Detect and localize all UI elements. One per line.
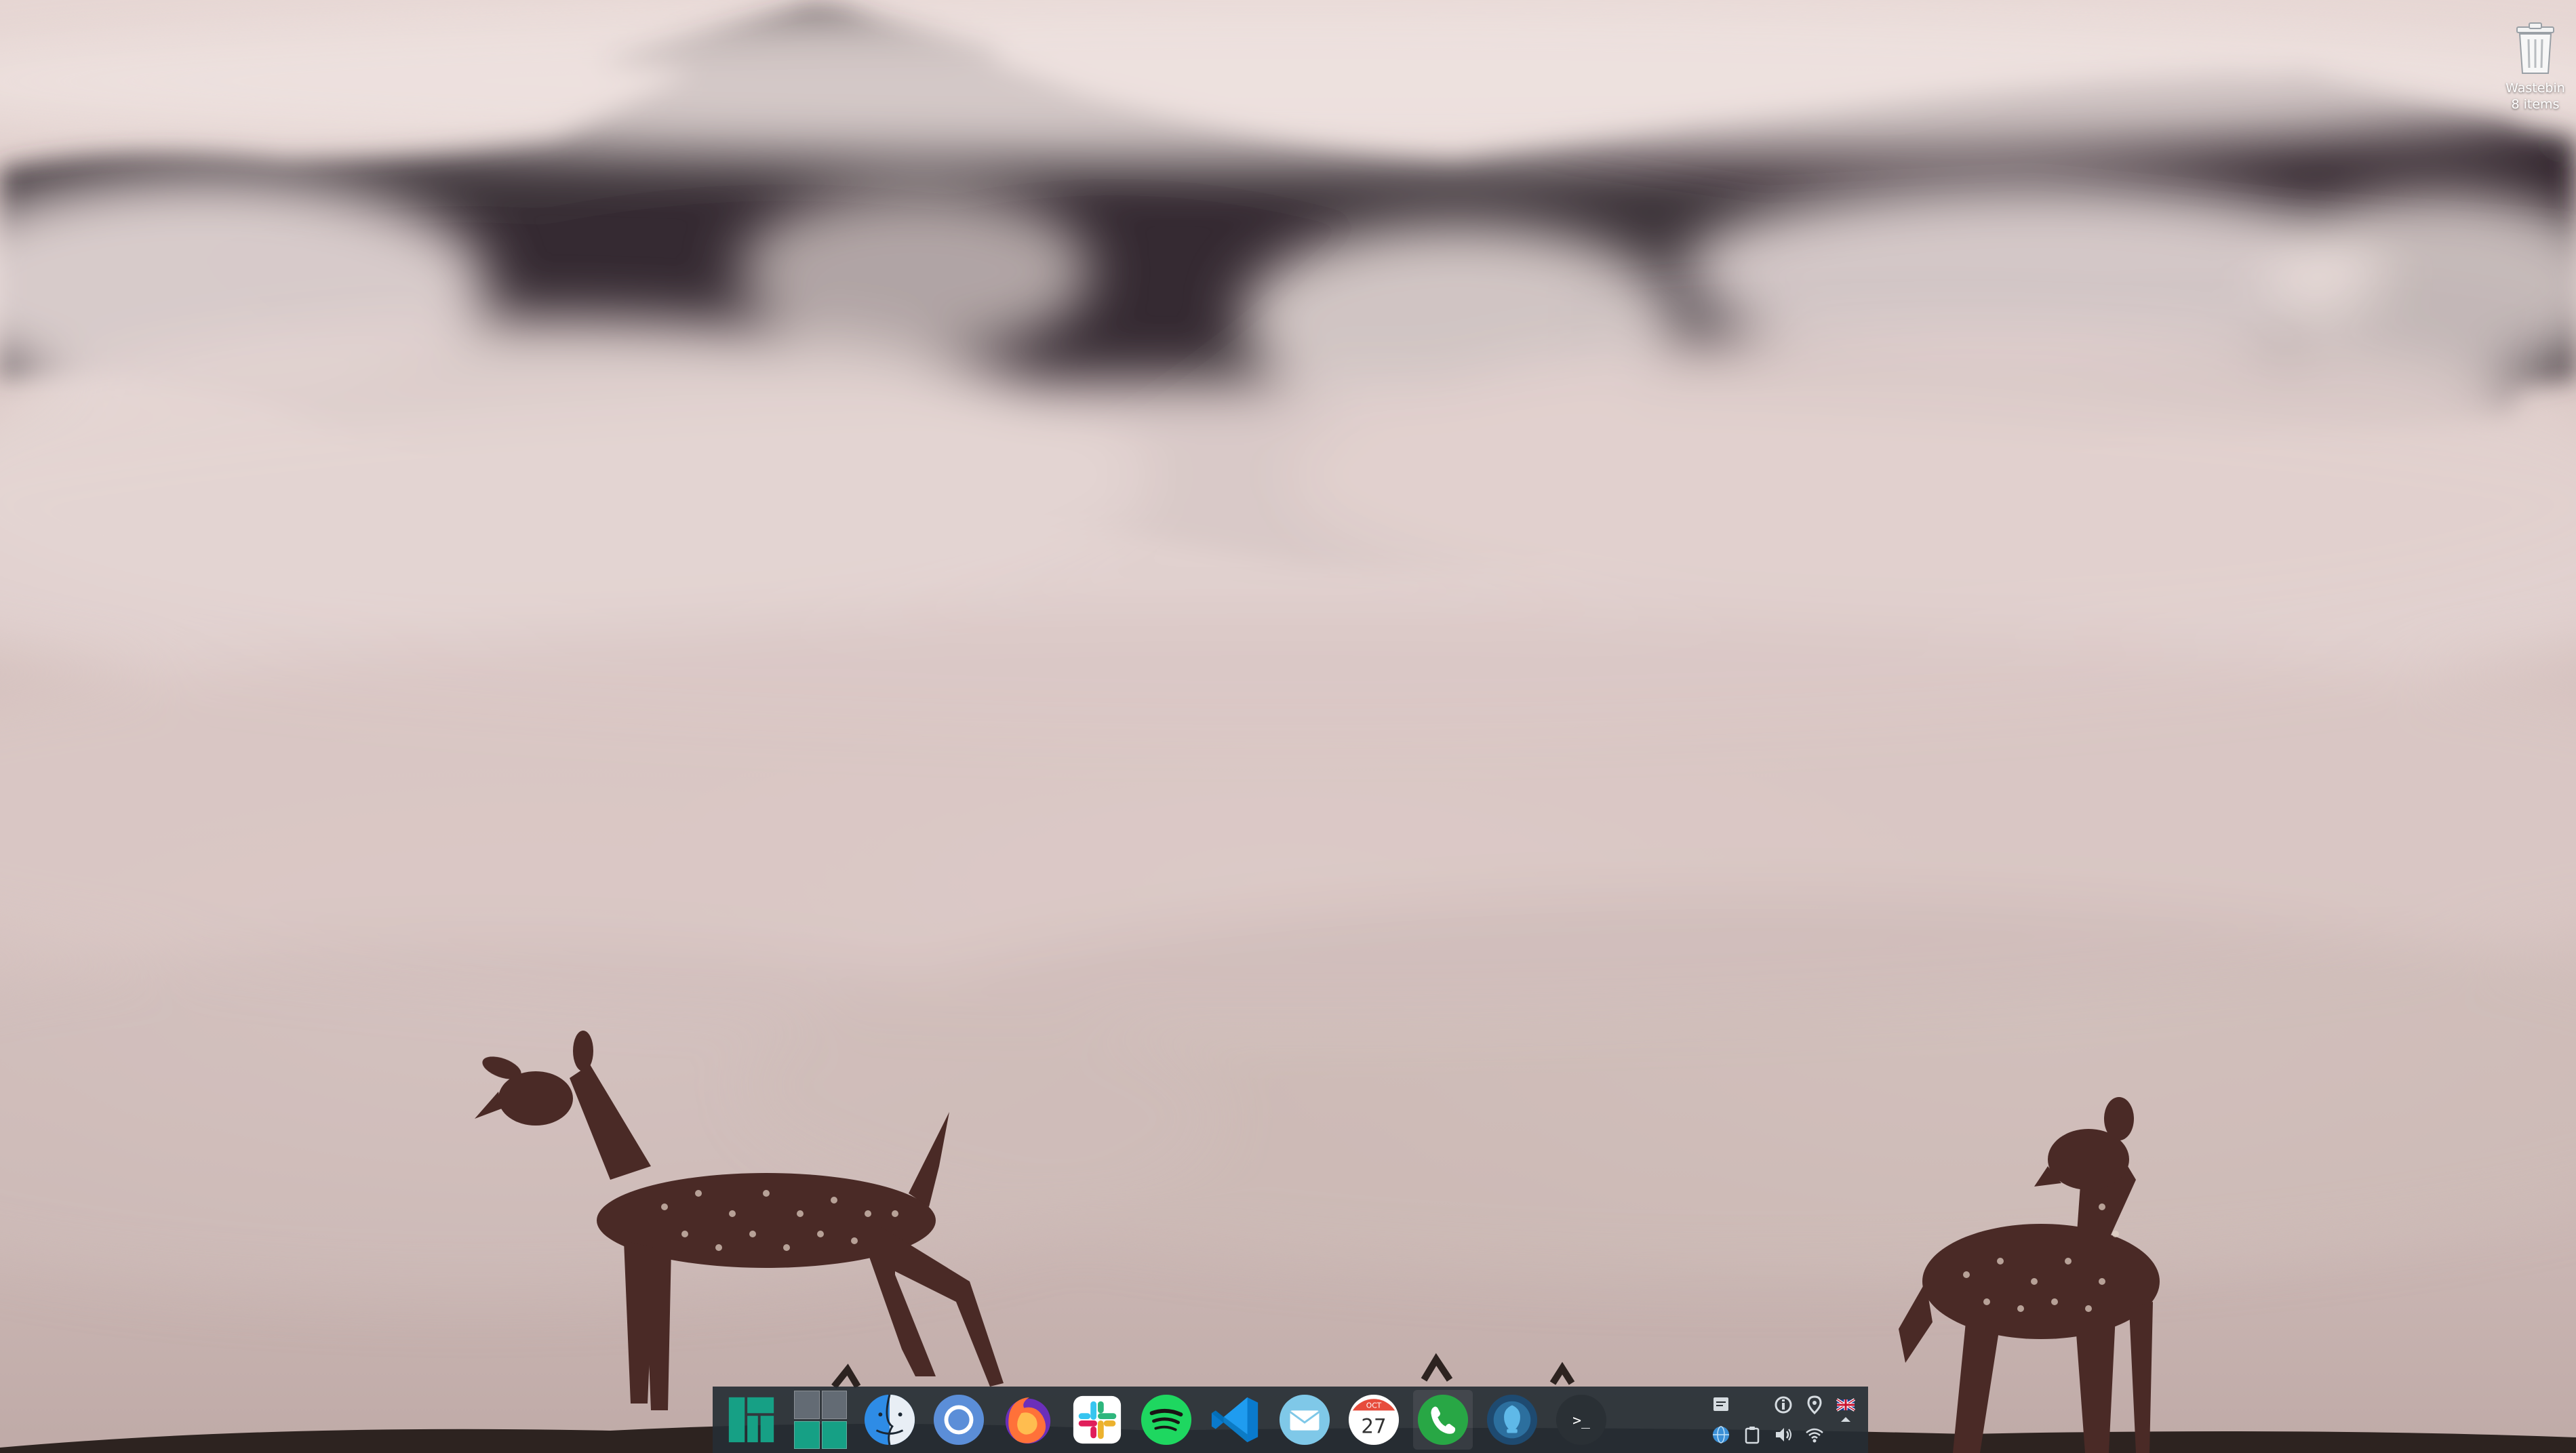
workspace-2[interactable] xyxy=(821,1391,847,1419)
location-pin-icon xyxy=(1807,1395,1822,1415)
calendar-day: 27 xyxy=(1361,1415,1386,1438)
notes-icon xyxy=(1713,1397,1728,1411)
dock-item-mail[interactable] xyxy=(1275,1390,1334,1450)
dock-item-assistant[interactable] xyxy=(1482,1390,1542,1450)
workspace-grid-icon xyxy=(794,1391,847,1449)
dock-item-firefox[interactable] xyxy=(998,1390,1058,1450)
terminal-icon: >_ xyxy=(1555,1394,1607,1446)
assistant-icon xyxy=(1486,1394,1538,1446)
system-tray xyxy=(1705,1390,1864,1450)
firefox-icon xyxy=(1005,1397,1051,1444)
tray-clipboard[interactable] xyxy=(1739,1421,1766,1448)
phone-icon xyxy=(1417,1394,1469,1446)
taskbar-dock: OCT 27 >_ xyxy=(713,1387,1868,1453)
info-icon xyxy=(1775,1396,1792,1414)
dock-item-spotify[interactable] xyxy=(1136,1390,1196,1450)
desktop-icon-sublabel: 8 items xyxy=(2511,97,2560,112)
tray-info[interactable] xyxy=(1770,1391,1797,1418)
finder-face-icon xyxy=(864,1394,915,1446)
grass-tufts xyxy=(831,1353,1575,1389)
desktop-wallpaper xyxy=(0,0,2576,1453)
tray-volume[interactable] xyxy=(1770,1421,1797,1448)
desktop-icon-label: Wastebin xyxy=(2505,81,2565,96)
dock-item-whatsapp[interactable] xyxy=(1413,1390,1473,1450)
volume-icon xyxy=(1776,1428,1791,1441)
globe-icon xyxy=(1713,1426,1729,1444)
dock-item-vscode[interactable] xyxy=(1206,1390,1265,1450)
tray-network-status[interactable] xyxy=(1707,1421,1735,1448)
tray-wifi[interactable] xyxy=(1801,1421,1828,1448)
wallpaper-scene xyxy=(0,0,2576,1453)
dock-item-slack[interactable] xyxy=(1067,1390,1127,1450)
tray-notes[interactable] xyxy=(1707,1391,1735,1418)
desktop-icon-wastebin[interactable]: Wastebin 8 items xyxy=(2495,20,2576,113)
dock-item-workspace-switcher[interactable] xyxy=(791,1390,850,1450)
manjaro-logo-icon xyxy=(728,1397,774,1443)
mail-icon xyxy=(1279,1394,1330,1446)
chevron-up-icon xyxy=(1841,1417,1850,1422)
tray-expand[interactable] xyxy=(1832,1406,1859,1433)
calendar-icon: OCT 27 xyxy=(1348,1394,1400,1446)
tray-location[interactable] xyxy=(1801,1391,1828,1418)
workspace-4[interactable] xyxy=(821,1420,847,1449)
terminal-prompt: >_ xyxy=(1572,1412,1590,1429)
dock-item-finder[interactable] xyxy=(860,1390,919,1450)
trash-icon xyxy=(2516,22,2554,74)
workspace-1[interactable] xyxy=(794,1391,820,1419)
dock-item-application-menu[interactable] xyxy=(721,1390,781,1450)
clipboard-icon xyxy=(1745,1427,1760,1444)
wifi-icon xyxy=(1806,1428,1823,1443)
vscode-icon xyxy=(1211,1397,1259,1443)
chromium-icon xyxy=(933,1394,985,1446)
dock-item-terminal[interactable]: >_ xyxy=(1551,1390,1611,1450)
dock-item-chromium[interactable] xyxy=(929,1390,989,1450)
spotify-icon xyxy=(1141,1394,1192,1446)
slack-icon xyxy=(1073,1395,1122,1444)
dock-item-calendar[interactable]: OCT 27 xyxy=(1344,1390,1404,1450)
calendar-month: OCT xyxy=(1366,1401,1382,1410)
workspace-3[interactable] xyxy=(794,1420,820,1449)
